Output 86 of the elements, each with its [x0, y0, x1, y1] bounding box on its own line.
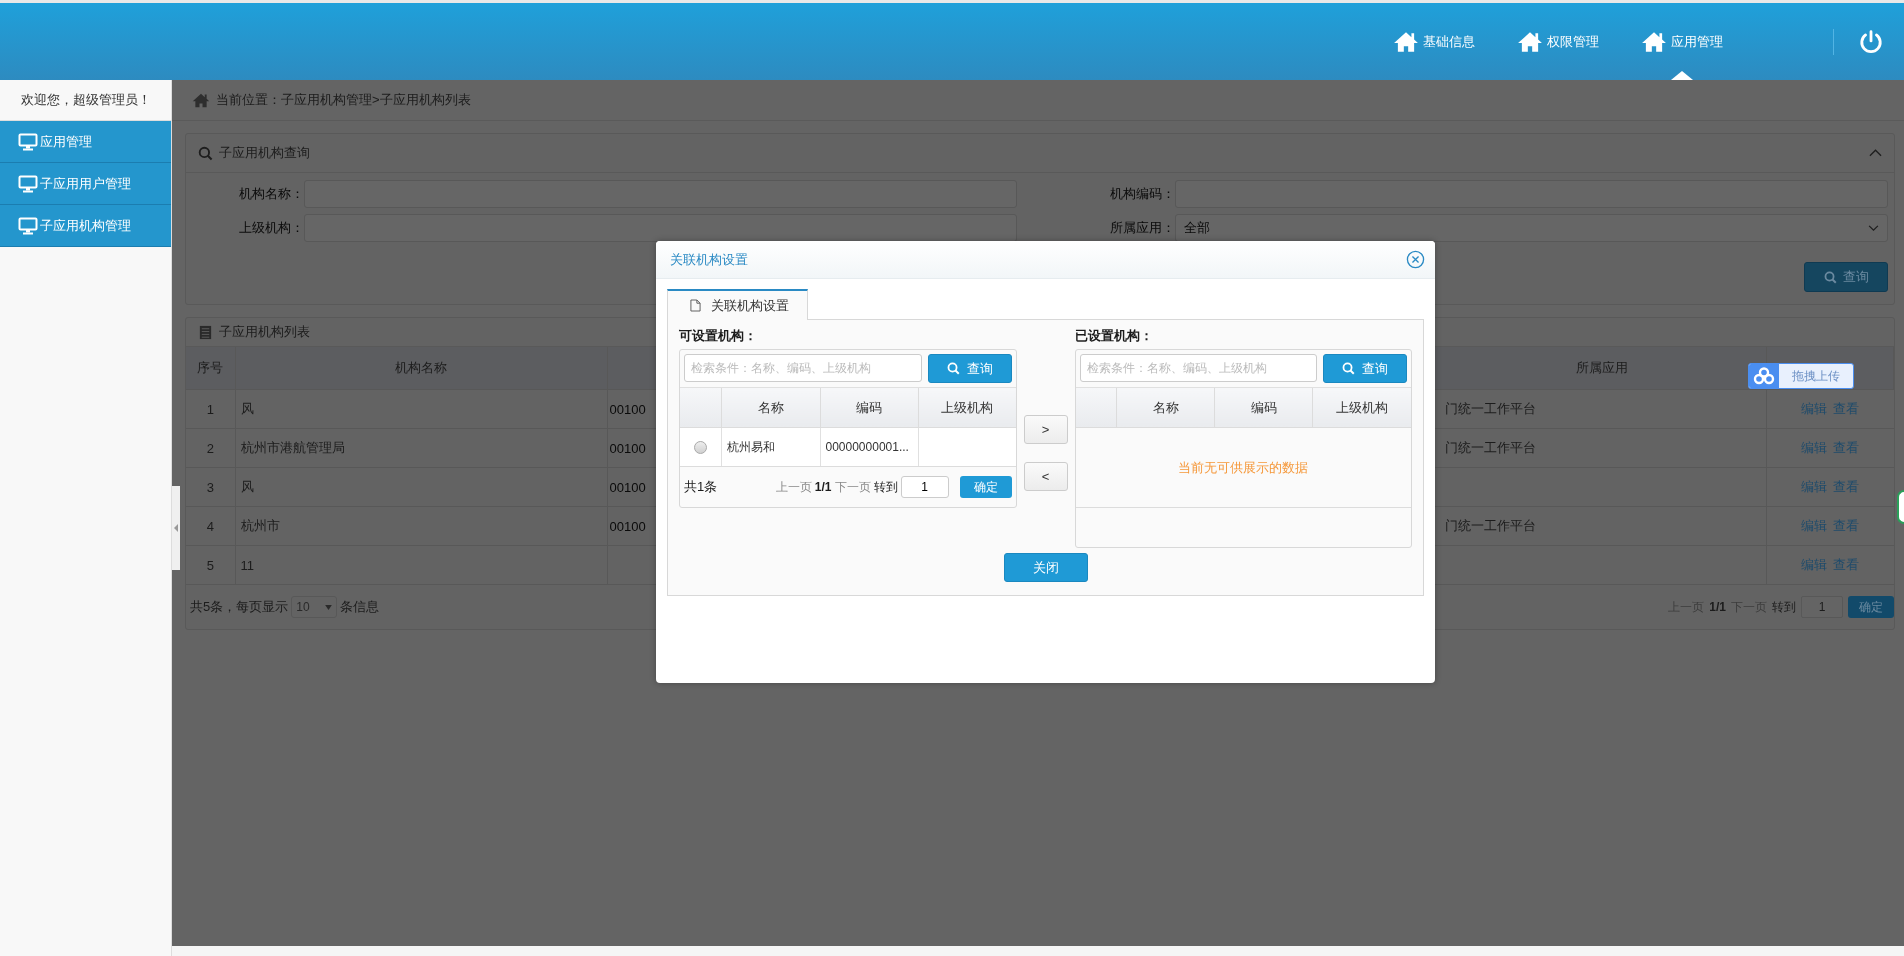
column-header: 编码	[820, 388, 918, 428]
column-header: 机构名称	[235, 347, 607, 390]
table-cell: 风	[235, 389, 607, 429]
table-cell: 11	[235, 545, 607, 585]
search-icon	[198, 145, 213, 161]
confirm-button[interactable]: 确定	[959, 476, 1012, 498]
text-field[interactable]	[304, 214, 1017, 242]
house-icon	[1641, 30, 1667, 53]
nav-item[interactable]: 权限管理	[1517, 3, 1599, 80]
page-input[interactable]: 1	[1801, 596, 1843, 618]
radio-button[interactable]	[693, 441, 707, 455]
field-label: 所属应用：	[1109, 219, 1175, 237]
pagination-text: 共5条，每页显示	[190, 598, 289, 616]
column-header: 名称	[1116, 388, 1215, 428]
sidebar-item[interactable]: 子应用机构管理	[0, 205, 171, 247]
cloud-icon	[1749, 364, 1779, 388]
field-label: 机构编码：	[1109, 185, 1175, 203]
house-icon	[1517, 30, 1543, 53]
table-cell: 4	[186, 506, 235, 546]
confirm-button[interactable]: 确定	[1848, 596, 1894, 618]
column-header: 序号	[186, 347, 235, 390]
column-header: 上级机构	[1312, 388, 1411, 428]
column-header: 名称	[721, 388, 820, 428]
notebook-icon	[198, 324, 213, 340]
table-cell: 00100	[609, 401, 646, 417]
search-icon	[1342, 362, 1355, 375]
goto-label: 转到	[873, 478, 898, 496]
select-field[interactable]: 全部	[1175, 214, 1888, 242]
upload-badge[interactable]: 拖拽上传	[1748, 363, 1854, 389]
file-icon	[690, 299, 701, 312]
table-cell: 00100	[609, 440, 646, 456]
search-button[interactable]: 查询	[927, 354, 1012, 383]
table-cell: 杭州易和	[721, 427, 820, 467]
pagination-text: 条信息	[340, 598, 380, 616]
power-icon[interactable]	[1858, 28, 1884, 55]
column-header: 编码	[1214, 388, 1313, 428]
table-cell: 1	[186, 389, 235, 429]
section-title: 可设置机构：	[679, 327, 758, 345]
table-cell: 3	[186, 467, 235, 507]
chevron-up-icon[interactable]	[1869, 149, 1882, 157]
table-cell: 5	[186, 545, 235, 585]
sidebar-item[interactable]: 应用管理	[0, 121, 171, 163]
page-size-select[interactable]: 10	[291, 596, 338, 618]
chevron-down-icon	[1868, 224, 1879, 232]
search-icon	[946, 362, 960, 375]
sidebar-item[interactable]: 子应用用户管理	[0, 163, 171, 205]
tab[interactable]: 关联机构设置	[667, 289, 808, 320]
page-input[interactable]: 1	[900, 476, 949, 498]
close-icon[interactable]	[1406, 250, 1425, 269]
breadcrumb-text: 当前位置：子应用机构管理>子应用机构列表	[216, 91, 471, 109]
table-cell: 2	[186, 428, 235, 468]
column-header: 所属应用	[1439, 347, 1766, 390]
dialog-title: 关联机构设置	[670, 250, 748, 269]
table-cell: 00100	[609, 518, 646, 534]
field-label: 上级机构：	[238, 219, 304, 237]
close-button[interactable]: 关闭	[1003, 553, 1088, 582]
move-button[interactable]: <	[1023, 462, 1068, 491]
nav-item[interactable]: 基础信息	[1393, 3, 1475, 80]
goto-label: 转到	[1772, 598, 1796, 616]
table-cell: 00000000001...	[820, 427, 918, 467]
section-title: 已设置机构：	[1074, 327, 1154, 345]
search-button[interactable]: 查询	[1323, 354, 1407, 383]
column-header: 上级机构	[918, 388, 1016, 428]
monitor-icon	[18, 174, 38, 193]
empty-message: 当前无可供展示的数据	[1178, 458, 1309, 477]
home-icon	[192, 92, 210, 108]
total-count: 共1条	[684, 478, 718, 496]
table-cell: 杭州市	[235, 506, 607, 546]
panel-title: 子应用机构列表	[219, 323, 310, 341]
search-button[interactable]: 查询	[1804, 262, 1888, 292]
table-cell: 风	[235, 467, 607, 507]
prev-page-link[interactable]: 上一页	[775, 478, 812, 496]
caret-icon	[325, 604, 333, 610]
panel-title: 子应用机构查询	[219, 144, 310, 162]
monitor-icon	[18, 216, 38, 235]
collapse-handle[interactable]	[172, 486, 180, 570]
page-number: 1/1	[1709, 600, 1726, 614]
field-label: 机构名称：	[238, 185, 304, 203]
page-number: 1/1	[814, 480, 832, 494]
move-button[interactable]: >	[1023, 415, 1068, 444]
table-cell: 00100	[609, 479, 646, 495]
next-page-link[interactable]: 下一页	[834, 478, 871, 496]
table-cell: 杭州市港航管理局	[235, 428, 607, 468]
search-icon	[1823, 270, 1837, 284]
house-icon	[1393, 30, 1419, 53]
monitor-icon	[18, 132, 38, 151]
